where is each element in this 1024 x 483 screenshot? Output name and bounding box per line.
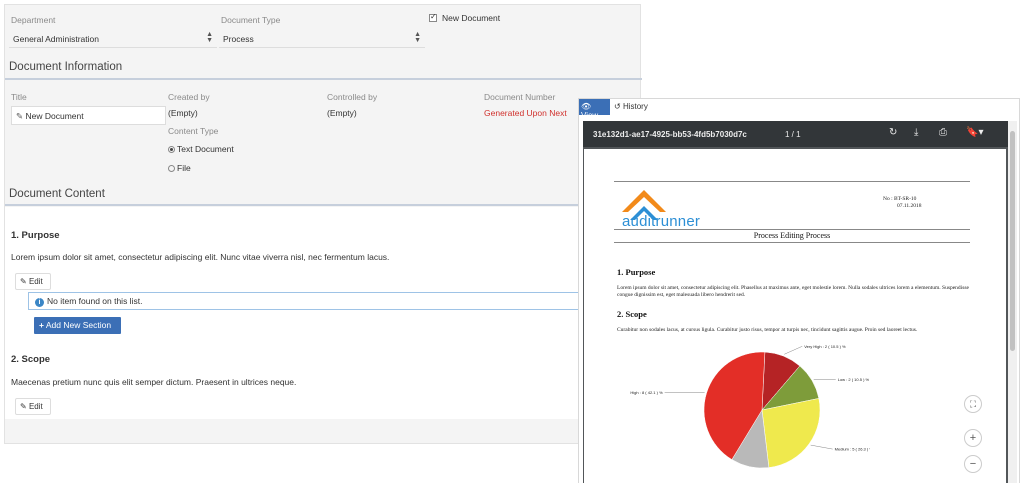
created-by-label: Created by [168, 92, 210, 102]
auditrunner-logo-text: auditrunner [622, 213, 701, 230]
pdf-toolbar: 31e132d1-ae17-4925-bb53-4fd5b7030d7c 1 /… [583, 121, 1008, 147]
add-new-section-button[interactable]: + Add New Section [34, 317, 121, 334]
rotate-icon[interactable]: ↻ [889, 127, 897, 138]
pdf-heading-scope: 2. Scope [617, 309, 647, 319]
pdf-heading-purpose: 1. Purpose [617, 267, 656, 277]
plus-icon: + [39, 320, 44, 330]
edit-scope-button[interactable]: ✎ Edit [15, 398, 51, 415]
section-heading-scope: 2. Scope [11, 354, 51, 365]
title-label: Title [11, 92, 27, 102]
pie-chart: Very High : 2 ( 10.5 ) % Low : 2 ( 10.5 )… [630, 344, 870, 469]
created-by-value: (Empty) [168, 108, 198, 118]
radio-file-label: File [177, 163, 191, 173]
document-form-panel: Department General Administration ▲ ▼ Doc… [4, 4, 642, 444]
department-label: Department [11, 15, 56, 25]
edit-label: Edit [28, 277, 43, 286]
radio-file[interactable]: File [168, 163, 191, 173]
download-icon[interactable]: ⤓ [914, 127, 918, 138]
radio-text-document[interactable]: Text Document [168, 144, 234, 154]
pdf-page-indicator: 1 / 1 [785, 130, 801, 139]
edit-label: Edit [28, 402, 43, 411]
pie-slice-label: Very High : 2 ( 10.5 ) % [804, 344, 846, 349]
pie-slice-label: High : 8 ( 42.1 ) % [630, 390, 663, 395]
pdf-doc-number: No : BT-SR-10 [883, 196, 917, 202]
new-document-label: New Document [442, 13, 501, 23]
history-icon: ↺ [614, 102, 621, 111]
scrollbar-thumb[interactable] [1010, 131, 1015, 351]
pdf-doc-date: 07.11.2018 [897, 203, 922, 209]
pie-slice [761, 398, 821, 468]
tab-view[interactable]: 👁View [579, 99, 610, 120]
pie-slice-label: Low : 2 ( 10.5 ) % [838, 377, 870, 382]
doc-title-rule [614, 242, 970, 243]
zoom-out-icon[interactable]: − [964, 455, 982, 473]
edit-purpose-button[interactable]: ✎ Edit [15, 273, 51, 290]
pencil-icon: ✎ [16, 111, 24, 121]
bookmark-icon[interactable]: 🔖▾ [966, 127, 983, 138]
controlled-by-label: Controlled by [327, 92, 378, 102]
document-type-select[interactable]: Process ▲ ▼ [219, 30, 425, 48]
doc-title-rule [614, 229, 970, 230]
content-type-label: Content Type [168, 126, 219, 136]
empty-list-message: No item found on this list. [47, 296, 143, 306]
pdf-file-name: 31e132d1-ae17-4925-bb53-4fd5b7030d7c [593, 130, 747, 139]
select-arrows-icon: ▲ ▼ [206, 31, 213, 44]
tab-history-label: History [622, 102, 648, 111]
radio-text-document-label: Text Document [177, 144, 234, 154]
fit-page-icon[interactable]: ⛶ [964, 395, 982, 413]
document-content-area: 1. Purpose Lorem ipsum dolor sit amet, c… [5, 207, 640, 419]
add-section-label: Add New Section [45, 320, 112, 330]
section-text-scope: Maecenas pretium nunc quis elit semper d… [11, 377, 297, 387]
title-input[interactable]: ✎ New Document [11, 106, 166, 125]
section-divider [5, 204, 580, 206]
pdf-doc-title: Process Editing Process [753, 231, 831, 240]
viewer-scrollbar[interactable] [1008, 121, 1017, 483]
document-information-title: Document Information [9, 61, 123, 73]
pdf-text-purpose: Lorem ipsum dolor sit amet, consectetur … [617, 285, 969, 298]
document-content-title: Document Content [9, 188, 105, 200]
section-text-purpose: Lorem ipsum dolor sit amet, consectetur … [11, 252, 390, 262]
pie-slice-label: Medium : 5 ( 26.3 ) % [835, 447, 870, 452]
radio-selected-icon[interactable] [168, 146, 175, 153]
print-icon[interactable]: ⎙ [939, 127, 947, 138]
checkbox-checked-icon[interactable] [429, 12, 437, 22]
title-value: New Document [25, 111, 84, 121]
department-select[interactable]: General Administration ▲ ▼ [9, 30, 217, 48]
empty-list-notice: i No item found on this list. [28, 292, 580, 310]
zoom-in-icon[interactable]: + [964, 429, 982, 447]
tab-view-label: View [581, 111, 599, 120]
eye-icon: 👁 [581, 102, 592, 111]
document-type-value: Process [223, 34, 254, 44]
info-icon: i [35, 298, 44, 307]
radio-unselected-icon[interactable] [168, 165, 175, 172]
new-document-checkbox[interactable]: New Document [429, 12, 501, 23]
document-number-value: Generated Upon Next [484, 108, 567, 118]
controlled-by-value: (Empty) [327, 108, 357, 118]
section-heading-purpose: 1. Purpose [11, 230, 60, 241]
pencil-icon: ✎ [20, 277, 27, 286]
doc-header-rule [614, 181, 970, 182]
tab-history[interactable]: ↺ History [612, 99, 652, 115]
pencil-icon: ✎ [20, 402, 27, 411]
pdf-text-scope: Curabitur non sodales lacus, at cursus l… [617, 327, 918, 333]
document-type-label: Document Type [221, 15, 281, 25]
department-value: General Administration [13, 34, 99, 44]
select-arrows-icon: ▲ ▼ [414, 31, 421, 44]
document-number-label: Document Number [484, 92, 556, 102]
pie-leader-line [784, 346, 803, 355]
pie-leader-line [810, 444, 833, 450]
section-divider [5, 78, 642, 80]
